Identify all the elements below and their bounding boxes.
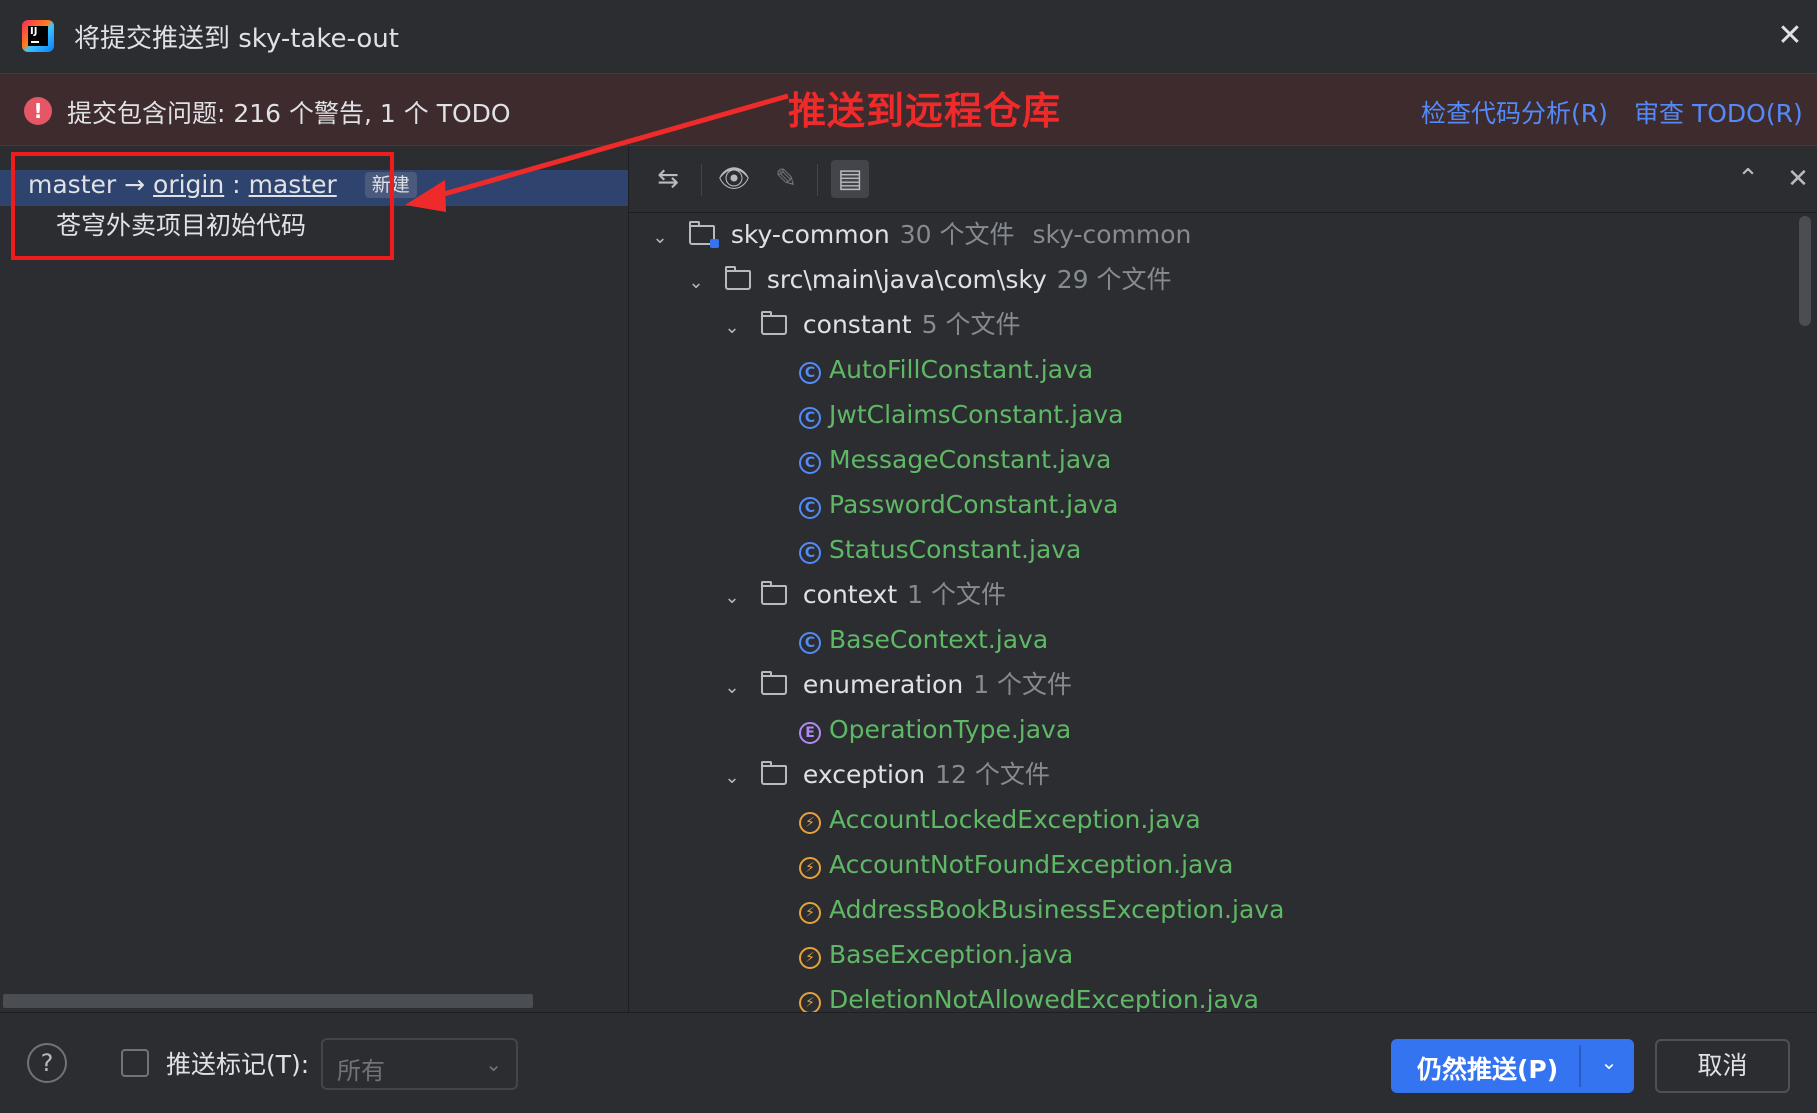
tree-folder-row[interactable]: ⌄ context 1 个文件 [721,572,1006,617]
module-folder-icon [688,221,719,248]
expand-all-icon[interactable]: ⌃ [1729,160,1767,198]
class-icon: C [799,542,821,564]
dialog-footer: ? 推送标记(T): 所有 ⌄ 仍然推送(P) ⌄ 取消 [0,1012,1817,1113]
tree-file-row[interactable]: C StatusConstant.java [799,527,1081,572]
class-icon: C [799,362,821,384]
cancel-button[interactable]: 取消 [1655,1039,1790,1093]
tree-folder-row[interactable]: ⌄ enumeration 1 个文件 [721,662,1072,707]
changes-toolbar: ⇆ 👁 ✎ ▤ ⌃ ✕ [629,146,1817,213]
tree-file-row[interactable]: ⚡ AccountNotFoundException.java [799,842,1233,887]
exception-icon: ⚡ [799,902,821,924]
chevron-down-icon[interactable]: ⌄ [721,665,743,710]
push-tags-label: 推送标记(T): [166,1050,310,1079]
tree-file-row[interactable]: C BaseContext.java [799,617,1048,662]
exception-icon: ⚡ [799,812,821,834]
eye-icon[interactable]: 👁 [715,160,753,198]
tags-select[interactable]: 所有 ⌄ [321,1038,518,1090]
class-icon: C [799,632,821,654]
tree-file-row[interactable]: E OperationType.java [799,707,1071,752]
tree-folder-row[interactable]: ⌄ constant 5 个文件 [721,302,1020,347]
tree-module-row[interactable]: ⌄ sky-common 30 个文件 sky-common [649,212,1191,257]
vertical-scrollbar[interactable] [1799,216,1811,326]
folder-icon [760,311,787,335]
tree-folder-row[interactable]: ⌄ exception 12 个文件 [721,752,1049,800]
class-icon: C [799,407,821,429]
chevron-down-icon[interactable]: ⌄ [721,305,743,350]
pencil-icon[interactable]: ✎ [767,160,805,198]
chevron-down-icon: ⌄ [485,1052,502,1076]
push-tags-checkbox[interactable] [121,1049,149,1077]
collapse-all-icon[interactable]: ✕ [1779,160,1817,198]
push-anyway-button[interactable]: 仍然推送(P) ⌄ [1391,1039,1634,1093]
tree-file-row[interactable]: ⚡ AddressBookBusinessException.java [799,887,1284,932]
chevron-down-icon[interactable]: ⌄ [685,260,707,305]
chevron-down-icon[interactable]: ⌄ [721,755,743,800]
file-tree: ⌄ sky-common 30 个文件 sky-common ⌄ src\main… [629,212,1799,1012]
class-icon: C [799,452,821,474]
push-dropdown-chevron-icon[interactable]: ⌄ [1591,1050,1627,1074]
enum-icon: E [799,722,821,744]
exception-icon: ⚡ [799,947,821,969]
tree-file-row[interactable]: C PasswordConstant.java [799,482,1119,527]
group-by-icon[interactable]: ▤ [831,160,869,198]
chevron-down-icon[interactable]: ⌄ [649,215,671,260]
folder-icon [760,671,787,695]
tree-file-row[interactable]: ⚡ AccountLockedException.java [799,797,1201,842]
tree-file-row[interactable]: C AutoFillConstant.java [799,347,1093,392]
chevron-down-icon[interactable]: ⌄ [721,575,743,620]
tree-path-row[interactable]: ⌄ src\main\java\com\sky 29 个文件 [685,257,1171,305]
folder-icon [724,266,751,290]
collapse-arrows-icon[interactable]: ⇆ [649,160,687,198]
tree-file-row[interactable]: ⚡ DeletionNotAllowedException.java [799,977,1259,1012]
folder-icon [760,761,787,785]
changes-pane: ⇆ 👁 ✎ ▤ ⌃ ✕ ⌄ sky-common 30 个文件 sky-commo… [629,146,1817,1012]
tree-file-row[interactable]: C JwtClaimsConstant.java [799,392,1123,437]
annotation-label: 推送到远程仓库 [788,89,1062,133]
exception-icon: ⚡ [799,857,821,879]
folder-icon [760,581,787,605]
help-button[interactable]: ? [27,1043,67,1083]
exception-icon: ⚡ [799,992,821,1012]
tree-file-row[interactable]: ⚡ BaseException.java [799,932,1073,977]
tree-file-row[interactable]: C MessageConstant.java [799,437,1111,482]
class-icon: C [799,497,821,519]
